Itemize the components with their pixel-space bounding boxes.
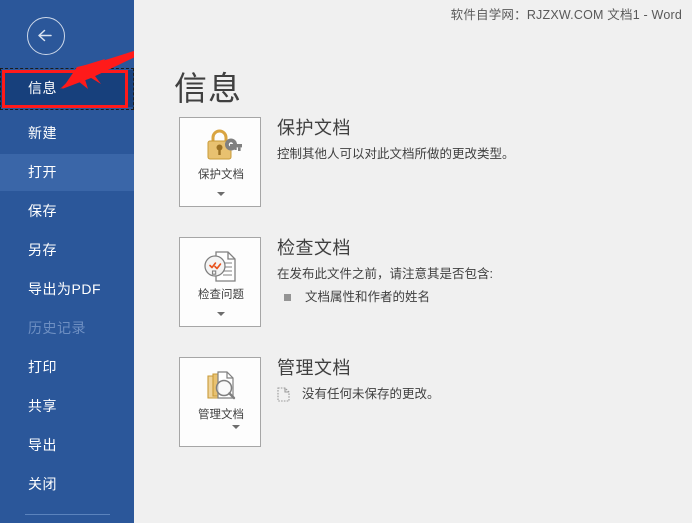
square-bullet-icon xyxy=(284,294,291,301)
check-issues-button[interactable]: 检查问题 xyxy=(179,237,261,327)
inspect-document-heading: 检查文档 xyxy=(277,238,351,258)
chevron-down-icon[interactable] xyxy=(232,425,240,429)
manage-note-row: 没有任何未保存的更改。 xyxy=(277,385,692,407)
backstage-sidebar: 信息 新建 打开 保存 另存 导出为PDF 历史记录 打印 共享 导出 关闭 xyxy=(0,0,134,523)
inspect-document-body: 检查文档 在发布此文件之前，请注意其是否包含: 文档属性和作者的姓名 xyxy=(277,237,692,306)
check-issues-label: 检查问题 xyxy=(198,289,244,301)
protect-document-button[interactable]: 保护文档 xyxy=(179,117,261,207)
lock-and-key-icon xyxy=(180,126,262,168)
protect-document-body: 保护文档 控制其他人可以对此文档所做的更改类型。 xyxy=(277,117,692,163)
manage-document-body: 管理文档 没有任何未保存的更改。 xyxy=(277,357,692,407)
manage-document-button[interactable]: 管理文档 xyxy=(179,357,261,447)
back-button[interactable] xyxy=(27,17,65,55)
sidebar-item-print[interactable]: 打印 xyxy=(0,349,134,386)
window-title: 软件自学网：RJZXW.COM 文档1 - Word xyxy=(450,8,682,22)
sidebar-item-close[interactable]: 关闭 xyxy=(0,466,134,503)
sidebar-item-history: 历史记录 xyxy=(28,320,86,336)
sidebar-item-share[interactable]: 共享 xyxy=(0,388,134,425)
sidebar-item-info[interactable]: 信息 xyxy=(0,70,134,107)
chevron-down-icon[interactable] xyxy=(217,192,225,196)
chevron-down-icon[interactable] xyxy=(217,312,225,316)
sidebar-item-new[interactable]: 新建 xyxy=(0,115,134,152)
inspect-document-description: 在发布此文件之前，请注意其是否包含: xyxy=(277,267,493,281)
sidebar-item-export[interactable]: 导出 xyxy=(0,427,134,464)
manage-note-text: 没有任何未保存的更改。 xyxy=(302,387,440,401)
protect-document-description: 控制其他人可以对此文档所做的更改类型。 xyxy=(277,147,515,161)
protect-document-heading: 保护文档 xyxy=(277,118,351,138)
sidebar-divider xyxy=(25,514,110,515)
manage-document-label: 管理文档 xyxy=(198,409,244,421)
inspect-bullet-text: 文档属性和作者的姓名 xyxy=(305,290,431,304)
sidebar-item-export-pdf[interactable]: 导出为PDF xyxy=(0,271,134,308)
sidebar-item-save[interactable]: 保存 xyxy=(0,193,134,230)
sidebar-item-save-as[interactable]: 另存 xyxy=(0,232,134,269)
inspect-bullet-row: 文档属性和作者的姓名 xyxy=(277,288,692,306)
back-arrow-icon xyxy=(28,18,64,53)
document-inspect-icon xyxy=(180,246,262,288)
manage-documents-icon xyxy=(180,366,262,408)
document-small-icon xyxy=(277,387,290,407)
title-bar: 软件自学网：RJZXW.COM 文档1 - Word xyxy=(134,0,692,26)
sidebar-item-open[interactable]: 打开 xyxy=(0,154,134,191)
protect-document-label: 保护文档 xyxy=(198,169,244,181)
page-title: 信息 xyxy=(174,70,242,107)
word-backstage-window: 软件自学网：RJZXW.COM 文档1 - Word 信息 新建 打开 保存 另… xyxy=(0,0,692,523)
manage-document-heading: 管理文档 xyxy=(277,358,351,378)
backstage-main: 信息 保护文档 保护文档 控制其他人可以对此文档所做的更改类型。 检查问题 检查… xyxy=(134,26,692,523)
